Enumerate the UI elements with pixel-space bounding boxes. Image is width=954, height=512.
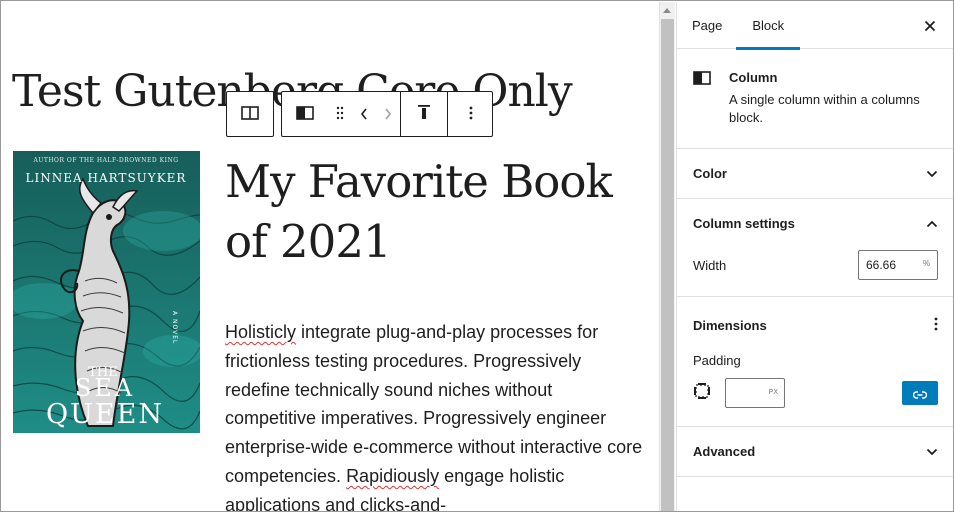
block-card-description: A single column within a columns block. [729, 92, 920, 125]
scroll-up-arrow-icon[interactable] [663, 8, 671, 13]
drag-handle-icon [336, 105, 344, 124]
dimensions-panel: Dimensions Padding PX [677, 297, 953, 427]
block-card: Column A single column within a columns … [677, 49, 953, 149]
chevron-left-icon [360, 105, 368, 124]
padding-unit: PX [768, 389, 778, 396]
color-panel-toggle[interactable]: Color [677, 149, 953, 198]
drag-handle[interactable] [328, 92, 352, 136]
link-sides-button[interactable] [902, 381, 938, 405]
vertical-align-button[interactable] [401, 92, 447, 136]
scroll-thumb[interactable] [661, 19, 674, 511]
padding-input[interactable]: PX [725, 378, 785, 408]
block-card-title: Column [729, 70, 778, 85]
column-icon [693, 70, 711, 89]
advanced-panel-title: Advanced [693, 444, 756, 459]
column-icon [296, 105, 314, 124]
move-left-button[interactable] [352, 92, 376, 136]
paragraph-text: integrate plug-and-play processes for fr… [225, 322, 643, 486]
dimensions-header: Dimensions [677, 297, 953, 353]
editor-scrollbar[interactable] [659, 2, 675, 511]
chevron-down-icon [926, 166, 938, 181]
dimensions-title: Dimensions [693, 317, 767, 333]
sidebar-tabs: Page Block [677, 2, 953, 50]
book-cover-art: AUTHOR OF THE HALF-DROWNED KING LINNEA H… [13, 151, 200, 433]
width-label: Width [693, 257, 727, 273]
close-icon [924, 17, 936, 36]
move-right-button[interactable] [376, 92, 400, 136]
cover-title-3: QUEEN [46, 399, 164, 430]
misspelled-word: Holisticly [225, 322, 297, 342]
width-unit: % [922, 259, 930, 268]
width-value: 66.66 [866, 258, 897, 272]
cover-title-2: SEA [75, 374, 135, 402]
paragraph-block[interactable]: Holisticly integrate plug-and-play proce… [225, 318, 645, 511]
book-heading[interactable]: My Favorite Book of 2021 [225, 152, 645, 272]
chevron-down-icon [926, 444, 938, 459]
cover-genre: A NOVEL [171, 311, 178, 344]
settings-sidebar: Page Block Column A single column within… [676, 2, 953, 511]
app-window: Test Gutenberg Core Only [0, 0, 954, 512]
color-panel: Color [677, 149, 953, 199]
toolbar-options-group [447, 92, 494, 136]
select-parent-button[interactable] [226, 91, 274, 137]
tab-page[interactable]: Page [677, 2, 736, 49]
toolbar-block-group [282, 92, 400, 136]
misspelled-word: Rapidiously [346, 465, 440, 486]
columns-icon [241, 105, 259, 124]
block-options-button[interactable] [448, 92, 494, 136]
more-vertical-icon[interactable] [934, 317, 938, 334]
cover-author: LINNEA HARTSUYKER [26, 171, 187, 185]
more-vertical-icon [469, 105, 473, 124]
book-cover-image[interactable]: AUTHOR OF THE HALF-DROWNED KING LINNEA H… [13, 151, 200, 433]
width-input[interactable]: 66.66 % [858, 250, 938, 280]
advanced-panel: Advanced [677, 427, 953, 477]
chevron-up-icon [926, 216, 938, 231]
block-toolbar [281, 91, 493, 137]
column-settings-panel: Column settings Width 66.66 % [677, 199, 953, 297]
chevron-right-icon [384, 105, 392, 124]
column-settings-toggle[interactable]: Column settings [677, 199, 953, 248]
editor-canvas: Test Gutenberg Core Only [2, 2, 659, 511]
column-settings-title: Column settings [693, 216, 795, 231]
color-panel-title: Color [693, 166, 727, 181]
advanced-panel-toggle[interactable]: Advanced [677, 427, 953, 476]
vertical-align-top-icon [417, 104, 431, 124]
cover-tagline: AUTHOR OF THE HALF-DROWNED KING [32, 157, 178, 164]
padding-label: Padding [693, 353, 741, 368]
tab-block[interactable]: Block [736, 2, 800, 50]
box-control-icon [693, 382, 711, 404]
toolbar-align-group [400, 92, 447, 136]
link-icon [912, 384, 928, 403]
block-type-button[interactable] [282, 92, 328, 136]
close-settings-button[interactable] [920, 16, 940, 36]
